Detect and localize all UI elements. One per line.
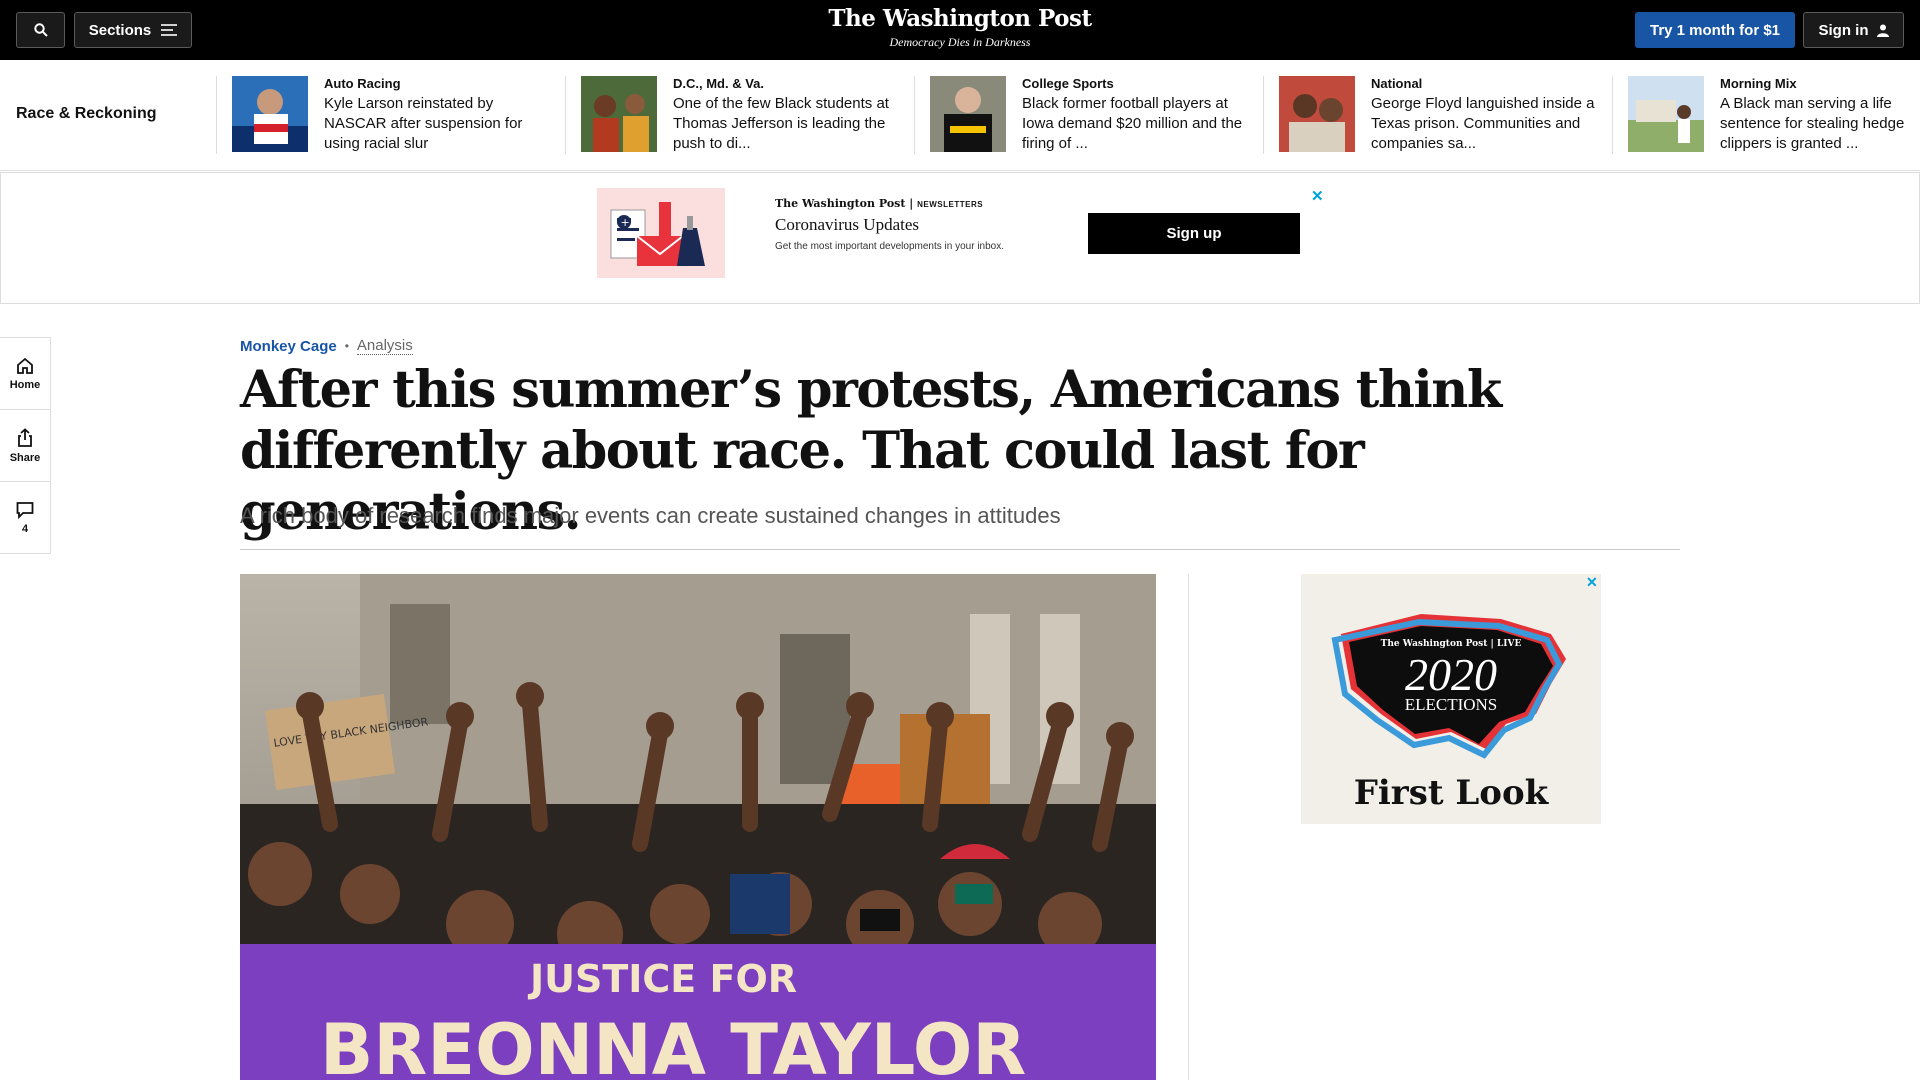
- brand-tag: NEWSLETTERS: [917, 200, 984, 209]
- column-divider: [1188, 574, 1189, 1080]
- share-icon: [18, 427, 32, 447]
- sign-in-label: Sign in: [1818, 21, 1869, 39]
- site-logo[interactable]: The Washington Post: [760, 5, 1160, 32]
- story-kicker[interactable]: College Sports: [1022, 76, 1257, 92]
- masthead-logo[interactable]: The Washington Post Democracy Dies in Da…: [760, 5, 1160, 50]
- story-headline[interactable]: Black former football players at Iowa de…: [1022, 94, 1257, 154]
- top-navigation-bar: Sections The Washington Post Democracy D…: [0, 0, 1920, 60]
- story-kicker[interactable]: Auto Racing: [324, 76, 559, 92]
- related-story-card[interactable]: National George Floyd languished inside …: [1263, 76, 1613, 154]
- newsletter-ad: + The Washington Post | NEWSLETTERS Coro…: [0, 172, 1920, 304]
- home-icon: [17, 357, 33, 374]
- lead-photo[interactable]: LOVE THY BLACK NEIGHBOR JUSTICE FOR BREO…: [240, 574, 1156, 1080]
- article-tools-rail: Home Share 4: [0, 337, 51, 554]
- story-thumbnail[interactable]: [1628, 76, 1704, 152]
- divider: [914, 76, 915, 154]
- ad-tagline: First Look: [1354, 773, 1550, 813]
- story-thumbnail[interactable]: [232, 76, 308, 152]
- comments-count: 4: [21, 523, 29, 535]
- brand-name: The Washington Post: [775, 197, 906, 210]
- banner-line-1: JUSTICE FOR: [527, 957, 797, 1001]
- story-kicker[interactable]: National: [1371, 76, 1606, 92]
- analysis-label[interactable]: Analysis: [356, 337, 413, 355]
- story-headline[interactable]: Kyle Larson reinstated by NASCAR after s…: [324, 94, 559, 154]
- ad-word: ELECTIONS: [1405, 695, 1498, 714]
- svg-text:+: +: [621, 216, 630, 229]
- divider: [565, 76, 566, 154]
- newsletter-illustration: +: [597, 188, 725, 278]
- separator-dot: •: [344, 339, 349, 353]
- related-story-card[interactable]: College Sports Black former football pla…: [914, 76, 1264, 154]
- divider: [1612, 76, 1613, 154]
- divider: [1263, 76, 1264, 154]
- story-thumbnail[interactable]: [581, 76, 657, 152]
- story-kicker[interactable]: Morning Mix: [1720, 76, 1920, 92]
- sections-button[interactable]: Sections: [74, 12, 192, 48]
- close-icon[interactable]: ✕: [1311, 187, 1324, 205]
- home-button[interactable]: Home: [0, 338, 50, 410]
- close-icon[interactable]: ✕: [1586, 574, 1598, 591]
- banner-line-2: BREONNA TAYLOR: [320, 1009, 1026, 1080]
- search-icon: [33, 23, 48, 37]
- related-story-card[interactable]: D.C., Md. & Va. One of the few Black stu…: [565, 76, 915, 154]
- related-story-card[interactable]: Auto Racing Kyle Larson reinstated by NA…: [216, 76, 566, 154]
- story-headline[interactable]: A Black man serving a life sentence for …: [1720, 94, 1920, 154]
- ad-brand: The Washington Post | LIVE: [1381, 639, 1522, 649]
- article-kicker: Monkey Cage • Analysis: [240, 337, 413, 355]
- home-label: Home: [9, 378, 41, 391]
- newsletter-title: Coronavirus Updates: [775, 215, 920, 234]
- story-thumbnail[interactable]: [930, 76, 1006, 152]
- related-stories-strip: Race & Reckoning Auto Racing Kyle Larson…: [0, 60, 1920, 171]
- subscribe-trial-button[interactable]: Try 1 month for $1: [1635, 12, 1795, 48]
- ad-year: 2020: [1405, 649, 1497, 700]
- comment-icon: [16, 502, 34, 519]
- article-subheadline: A rich body of research finds major even…: [240, 503, 1061, 528]
- share-label: Share: [9, 451, 41, 464]
- story-headline[interactable]: George Floyd languished inside a Texas p…: [1371, 94, 1606, 154]
- share-button[interactable]: Share: [0, 410, 50, 482]
- comments-button[interactable]: 4: [0, 482, 50, 554]
- site-tagline: Democracy Dies in Darkness: [889, 35, 1031, 49]
- sections-label: Sections: [88, 21, 152, 39]
- search-button[interactable]: [16, 12, 65, 48]
- newsletter-description: Get the most important developments in y…: [775, 241, 1005, 252]
- divider: [240, 549, 1680, 550]
- protest-banner: JUSTICE FOR BREONNA TAYLOR: [240, 944, 1156, 1080]
- election-ad[interactable]: The Washington Post | LIVE 2020 ELECTION…: [1301, 574, 1601, 824]
- newsletter-brand: The Washington Post | NEWSLETTERS: [775, 197, 984, 210]
- sign-in-button[interactable]: Sign in: [1803, 12, 1904, 48]
- user-icon: [1876, 24, 1889, 37]
- related-story-card[interactable]: Morning Mix A Black man serving a life s…: [1612, 76, 1920, 154]
- story-headline[interactable]: One of the few Black students at Thomas …: [673, 94, 908, 154]
- story-kicker[interactable]: D.C., Md. & Va.: [673, 76, 908, 92]
- story-thumbnail[interactable]: [1279, 76, 1355, 152]
- newsletter-signup-button[interactable]: Sign up: [1088, 213, 1300, 254]
- strip-title[interactable]: Race & Reckoning: [16, 105, 156, 123]
- hamburger-icon: [161, 24, 178, 36]
- section-link[interactable]: Monkey Cage: [240, 338, 337, 355]
